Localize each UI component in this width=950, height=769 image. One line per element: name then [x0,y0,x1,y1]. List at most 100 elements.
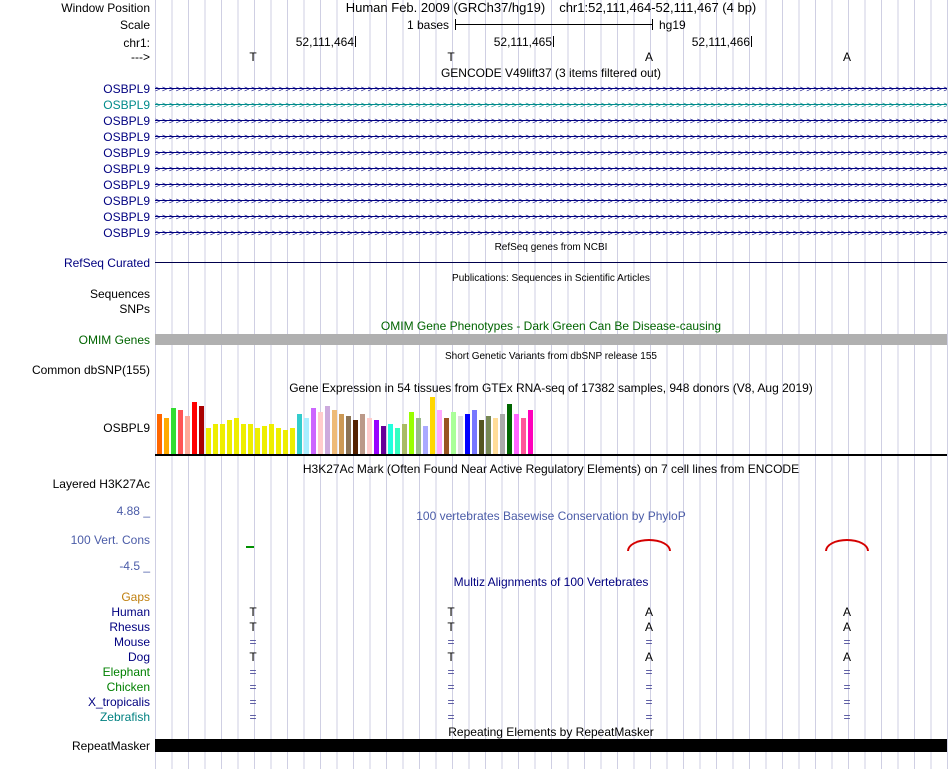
dbsnp-track-title[interactable]: Short Genetic Variants from dbSNP releas… [155,350,947,364]
gtex-track-title[interactable]: Gene Expression in 54 tissues from GTEx … [155,381,947,395]
gene-label[interactable]: OSBPL9 [0,225,150,241]
gene-arrow-line[interactable]: >>>>>>>>>>>>>>>>>>>>>>>>>>>>>>>>>>>>>>>>… [155,225,947,241]
gtex-expression-bar [241,424,246,454]
gene-label[interactable]: OSBPL9 [0,129,150,145]
alignment-base: = [645,665,653,679]
gene-arrow-line[interactable]: >>>>>>>>>>>>>>>>>>>>>>>>>>>>>>>>>>>>>>>>… [155,113,947,129]
gene-arrow-line[interactable]: >>>>>>>>>>>>>>>>>>>>>>>>>>>>>>>>>>>>>>>>… [155,97,947,113]
repeatmasker-element-bar[interactable] [155,739,947,752]
gencode-gene-row: OSBPL9 >>>>>>>>>>>>>>>>>>>>>>>>>>>>>>>>>>… [0,177,947,193]
gtex-expression-bar [528,410,533,454]
gtex-expression-bar [164,418,169,454]
alignment-base: T [447,650,455,664]
omim-gene-bar[interactable] [155,334,947,345]
gene-label[interactable]: OSBPL9 [0,97,150,113]
reference-base: T [447,50,455,64]
gene-arrow-line[interactable]: >>>>>>>>>>>>>>>>>>>>>>>>>>>>>>>>>>>>>>>>… [155,177,947,193]
gene-arrow-line[interactable]: >>>>>>>>>>>>>>>>>>>>>>>>>>>>>>>>>>>>>>>>… [155,81,947,97]
position-range-title: chr1:52,111,464-52,111,467 (4 bp) [559,0,757,15]
alignment-base: = [249,680,257,694]
gtex-expression-bar [276,428,281,454]
alignment-base: A [644,620,653,634]
gtex-expression-bar [297,414,302,454]
coordinate-2: 52,111,465 [493,35,552,49]
multiz-track-title[interactable]: Multiz Alignments of 100 Vertebrates [155,575,947,589]
multiz-species-row: Elephant = = = = [0,665,947,680]
gencode-gene-row: OSBPL9 >>>>>>>>>>>>>>>>>>>>>>>>>>>>>>>>>>… [0,129,947,145]
gene-label[interactable]: OSBPL9 [0,161,150,177]
species-label[interactable]: Zebrafish [0,710,150,725]
repeatmasker-track-title[interactable]: Repeating Elements by RepeatMasker [155,725,947,739]
multiz-species-row: Gaps [0,590,947,605]
multiz-species-row: Mouse = = = = [0,635,947,650]
conservation-label[interactable]: 100 Vert. Cons [0,533,150,547]
h3k27ac-label[interactable]: Layered H3K27Ac [0,477,150,491]
strand-arrow-label: ---> [131,50,150,64]
species-label[interactable]: Rhesus [0,620,150,635]
species-label[interactable]: Gaps [0,590,150,605]
gene-label[interactable]: OSBPL9 [0,209,150,225]
gtex-expression-bar [479,420,484,454]
coordinate-tick [751,36,752,47]
gtex-expression-bar [458,416,463,454]
gene-label[interactable]: OSBPL9 [0,193,150,209]
gtex-expression-bar [304,418,309,454]
chrom-label: chr1: [123,36,150,50]
gtex-gene-label[interactable]: OSBPL9 [0,421,150,435]
scale-label: Scale [119,18,150,32]
alignment-base: T [249,620,257,634]
publications-track-title[interactable]: Publications: Sequences in Scientific Ar… [155,272,947,286]
omim-genes-label[interactable]: OMIM Genes [0,333,150,347]
gene-arrow-line[interactable]: >>>>>>>>>>>>>>>>>>>>>>>>>>>>>>>>>>>>>>>>… [155,193,947,209]
h3k27ac-track-title[interactable]: H3K27Ac Mark (Often Found Near Active Re… [155,462,947,476]
refseq-track-title[interactable]: RefSeq genes from NCBI [155,241,947,255]
gene-label[interactable]: OSBPL9 [0,177,150,193]
refseq-curated-label[interactable]: RefSeq Curated [0,256,150,270]
coordinate-3: 52,111,466 [691,35,750,49]
alignment-base: = [447,635,455,649]
gene-arrow-line[interactable]: >>>>>>>>>>>>>>>>>>>>>>>>>>>>>>>>>>>>>>>>… [155,129,947,145]
refseq-curated-item[interactable] [155,262,947,263]
gencode-gene-row: OSBPL9 >>>>>>>>>>>>>>>>>>>>>>>>>>>>>>>>>>… [0,97,947,113]
conservation-track-title[interactable]: 100 vertebrates Basewise Conservation by… [155,509,947,523]
gene-label[interactable]: OSBPL9 [0,81,150,97]
gtex-expression-bar [437,410,442,454]
gtex-bar-chart[interactable] [157,397,539,454]
snps-label[interactable]: SNPs [0,302,150,316]
species-label[interactable]: Mouse [0,635,150,650]
alignment-base: = [645,635,653,649]
conservation-positive-mark [246,546,254,548]
gtex-expression-bar [346,416,351,454]
gtex-expression-bar [486,416,491,454]
species-label[interactable]: Dog [0,650,150,665]
gtex-expression-bar [311,408,316,454]
gene-arrow-line[interactable]: >>>>>>>>>>>>>>>>>>>>>>>>>>>>>>>>>>>>>>>>… [155,161,947,177]
gtex-expression-bar [507,404,512,454]
gene-label[interactable]: OSBPL9 [0,145,150,161]
gtex-expression-bar [409,412,414,454]
gtex-expression-bar [423,426,428,454]
species-label[interactable]: X_tropicalis [0,695,150,710]
gencode-track-title[interactable]: GENCODE V49lift37 (3 items filtered out) [155,66,947,80]
gene-arrow-line[interactable]: >>>>>>>>>>>>>>>>>>>>>>>>>>>>>>>>>>>>>>>>… [155,209,947,225]
species-label[interactable]: Elephant [0,665,150,680]
alignment-base: = [249,695,257,709]
gtex-expression-bar [367,418,372,454]
gene-arrow-line[interactable]: >>>>>>>>>>>>>>>>>>>>>>>>>>>>>>>>>>>>>>>>… [155,145,947,161]
omim-track-title[interactable]: OMIM Gene Phenotypes - Dark Green Can Be… [155,319,947,333]
gtex-expression-bar [290,428,295,454]
gene-label[interactable]: OSBPL9 [0,113,150,129]
sequences-label[interactable]: Sequences [0,287,150,301]
gencode-gene-row: OSBPL9 >>>>>>>>>>>>>>>>>>>>>>>>>>>>>>>>>>… [0,209,947,225]
assembly-tag: hg19 [659,18,686,32]
multiz-species-row: Rhesus T T A A [0,620,947,635]
dbsnp-label[interactable]: Common dbSNP(155) [0,363,150,377]
repeatmasker-label[interactable]: RepeatMasker [0,739,150,753]
scale-value: 1 bases [406,18,449,32]
gtex-expression-bar [262,426,267,454]
gtex-expression-bar [465,414,470,454]
species-label[interactable]: Human [0,605,150,620]
species-label[interactable]: Chicken [0,680,150,695]
gtex-expression-bar [332,410,337,454]
alignment-base: = [843,680,851,694]
